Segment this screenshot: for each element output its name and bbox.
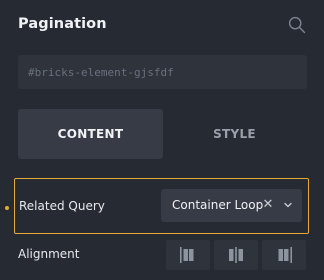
panel-header: Pagination [18,14,308,38]
chevron-down-icon[interactable] [283,200,293,210]
tab-content-label: CONTENT [57,127,124,141]
align-left-button[interactable] [166,240,210,270]
css-selector-input[interactable] [18,55,307,89]
tab-content[interactable]: CONTENT [18,109,163,159]
align-right-button[interactable] [262,240,306,270]
element-panel: Pagination CONTENT STYLE Related Query C… [0,0,324,280]
tab-style-label: STYLE [213,127,256,141]
close-icon[interactable]: ✕ [261,198,275,212]
align-right-icon [278,247,292,263]
related-query-control: Related Query Container Loop ✕ [14,178,309,234]
align-center-button[interactable] [214,240,258,270]
align-left-icon [180,247,194,263]
alignment-control: Alignment [18,240,318,280]
alignment-label: Alignment [18,247,80,261]
related-query-label: Related Query [19,199,105,213]
changed-indicator-dot [5,206,9,210]
panel-tabs: CONTENT STYLE [18,109,307,159]
related-query-select[interactable]: Container Loop ✕ [161,189,302,222]
align-center-icon [229,247,243,263]
related-query-value: Container Loop [172,198,264,212]
tab-style[interactable]: STYLE [162,109,307,159]
search-icon[interactable] [288,16,306,34]
panel-title: Pagination [18,16,107,32]
